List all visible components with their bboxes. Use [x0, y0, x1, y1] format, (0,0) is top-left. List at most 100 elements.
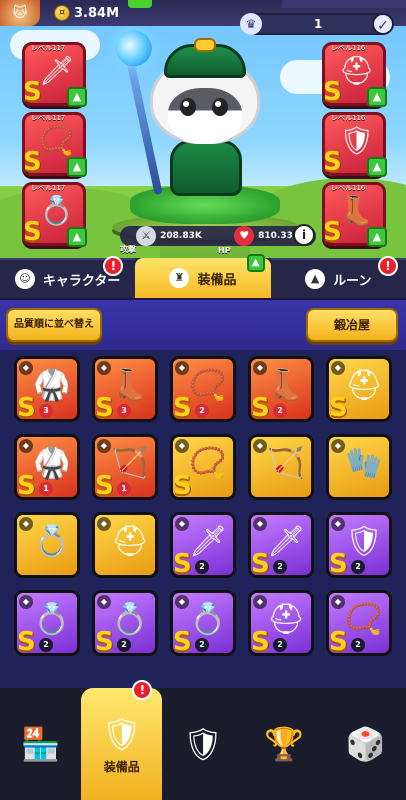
tab-rune[interactable]: ▲ ルーン ! [270, 256, 406, 298]
inventory-item[interactable]: ◆ 🗡 S 2 [248, 512, 314, 579]
grade-label: S [17, 393, 36, 423]
inventory-item[interactable]: ◆ 🛡 S 2 [326, 512, 392, 579]
nav-trophy[interactable]: 🏆 [244, 688, 325, 800]
upgrade-arrow-icon[interactable]: ▲ [367, 227, 387, 247]
inventory-item[interactable]: ◆ ⛑ S 2 [248, 590, 314, 657]
inventory-item[interactable]: ◆ 👢 S 3 [92, 356, 158, 423]
item-type-icon: ◆ [175, 439, 189, 453]
item-icon: 🥋 [33, 368, 71, 403]
grade-label: S [173, 549, 192, 579]
inventory-panel: ◆ 🥋 S 3 ◆ 👢 S 3 ◆ 📿 S 2 ◆ 👢 S 2 ◆ ⛑ S ◆ 🥋 S 1 ◆ 🏹 S 1 ◆ 📿 S ◆ 🏹 ◆ 🧤 ◆ 💍 ◆ ⛑ ◆ 🗡… [0, 350, 406, 690]
grade-label: S [173, 627, 192, 657]
item-icon: ⛑ [345, 368, 384, 403]
inventory-item[interactable]: ◆ ⛑ [92, 512, 158, 578]
avatar[interactable]: 🐱 [0, 0, 40, 26]
alert-badge-icon: ! [132, 680, 153, 700]
item-type-icon: ◆ [19, 517, 33, 531]
sort-by-quality-button[interactable]: 品質順に並べ替え [6, 308, 102, 342]
info-button[interactable]: i [293, 224, 315, 246]
tab-bar: ☺ キャラクター ! ♜ 装備品 ▲ ▲ ルーン ! [0, 254, 406, 298]
nav-guild[interactable]: 🛡 [162, 688, 243, 800]
tab-rune-label: ルーン [333, 273, 372, 289]
inventory-item[interactable]: ◆ 🗡 S 2 [170, 512, 236, 579]
item-icon: 📿 [189, 446, 227, 481]
blacksmith-button[interactable]: 鍛冶屋 [306, 308, 398, 342]
equipped-slot[interactable]: レベル117 🗡 S ▲ [22, 42, 87, 107]
inventory-item[interactable]: ◆ 💍 [14, 512, 80, 578]
grade-label: S [323, 147, 342, 177]
inventory-item[interactable]: ◆ 💍 S 2 [14, 590, 80, 657]
stats-panel: ⚔ 208.83K 攻撃 ♥ 810.33K HP [120, 226, 316, 255]
inventory-item[interactable]: ◆ 🏹 S 1 [92, 434, 158, 501]
item-type-icon: ◆ [175, 517, 189, 531]
equipped-slot[interactable]: レベル116 👢 S ▲ [322, 182, 387, 247]
equipment-icon: ♜ [169, 268, 190, 288]
xp-bar [128, 0, 152, 8]
nav-board[interactable]: 🎲 [325, 688, 406, 800]
inventory-item[interactable]: ◆ 🥋 S 3 [14, 356, 80, 423]
tab-equipment[interactable]: ♜ 装備品 ▲ [135, 254, 271, 298]
inventory-item[interactable]: ◆ 📿 S [170, 434, 236, 501]
item-icon: 💍 [189, 602, 227, 637]
item-type-icon: ◆ [253, 595, 267, 609]
star-level-badge: 2 [351, 638, 365, 652]
star-level-badge: 2 [195, 404, 209, 418]
attack-stat: ⚔ 208.83K 攻撃 [120, 226, 218, 254]
upgrade-arrow-icon[interactable]: ▲ [367, 87, 387, 107]
nav-shop[interactable]: 🏪 [0, 688, 81, 800]
item-type-icon: ◆ [97, 361, 111, 375]
inventory-item[interactable]: ◆ 📿 S 2 [170, 356, 236, 423]
equipped-slot[interactable]: レベル117 💍 S ▲ [22, 182, 87, 247]
slot-level: レベル116 [331, 44, 366, 52]
cat-face [168, 88, 242, 144]
item-type-icon: ◆ [253, 361, 267, 375]
inventory-item[interactable]: ◆ 🏹 [248, 434, 314, 500]
upgrade-arrow-icon[interactable]: ▲ [367, 157, 387, 177]
upgrade-arrow-icon[interactable]: ▲ [67, 227, 87, 247]
grade-label: S [329, 393, 348, 423]
tab-character[interactable]: ☺ キャラクター ! [0, 256, 136, 298]
item-icon: 🥋 [33, 446, 71, 481]
star-level-badge: 1 [39, 482, 53, 496]
item-type-icon: ◆ [331, 439, 345, 453]
confirm-check-icon[interactable]: ✓ [372, 13, 394, 35]
nav-label: 装備品 [103, 759, 140, 774]
grade-label: S [17, 471, 36, 501]
star-level-badge: 2 [117, 638, 131, 652]
upgrade-arrow-icon[interactable]: ▲ [67, 87, 87, 107]
item-type-icon: ◆ [331, 595, 345, 609]
grade-label: S [251, 393, 270, 423]
grade-label: S [17, 627, 36, 657]
star-level-badge: 2 [273, 560, 287, 574]
hero-eye-left [180, 98, 196, 116]
inventory-item[interactable]: ◆ 💍 S 2 [170, 590, 236, 657]
inventory-item[interactable]: ◆ 👢 S 2 [248, 356, 314, 423]
equipped-slot[interactable]: レベル116 ⛑ S ▲ [322, 42, 387, 107]
upgrade-arrow-icon[interactable]: ▲ [67, 157, 87, 177]
hp-label: HP [218, 246, 231, 255]
inventory-item[interactable]: ◆ 🧤 [326, 434, 392, 500]
item-type-icon: ◆ [97, 439, 111, 453]
loadout-value: 1 [313, 17, 323, 31]
item-icon: 💍 [111, 602, 149, 637]
nav-equipment[interactable]: 🛡 装備品! [81, 680, 163, 800]
helmet-icon: ⛑ [339, 54, 375, 87]
bottom-nav: 🏪 🛡 装備品! 🛡 🏆 🎲 [0, 680, 406, 800]
star-level-badge: 3 [117, 404, 131, 418]
item-type-icon: ◆ [19, 361, 33, 375]
hero-character[interactable] [112, 26, 280, 224]
equipped-slot[interactable]: レベル117 📿 S ▲ [22, 112, 87, 177]
inventory-item[interactable]: ◆ 💍 S 2 [92, 590, 158, 657]
loadout-select[interactable]: ♛ 1 ▼ ✓ [240, 13, 394, 35]
item-type-icon: ◆ [175, 361, 189, 375]
inventory-item[interactable]: ◆ 🥋 S 1 [14, 434, 80, 501]
armor-icon: 🛡 [339, 124, 375, 157]
inventory-item[interactable]: ◆ 📿 S 2 [326, 590, 392, 657]
item-type-icon: ◆ [19, 439, 33, 453]
item-type-icon: ◆ [97, 595, 111, 609]
inventory-item[interactable]: ◆ ⛑ S [326, 356, 392, 423]
item-type-icon: ◆ [175, 595, 189, 609]
equipped-slot[interactable]: レベル116 🛡 S ▲ [322, 112, 387, 177]
grade-label: S [173, 471, 192, 501]
upgrade-arrow-icon: ▲ [246, 254, 265, 272]
